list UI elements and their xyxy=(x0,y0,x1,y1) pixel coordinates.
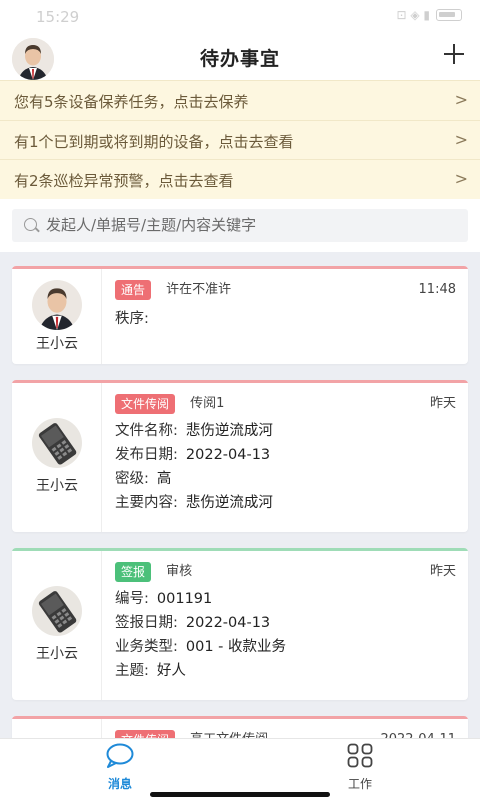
card-content: 文件传阅 传阅1 昨天 文件名称: 悲伤逆流成河 发布日期: 2022-04-13 … xyxy=(115,380,468,522)
notice-text: 有1个已到期或将到期的设备，点击去查看 xyxy=(14,132,294,151)
sender-name: 王小云 xyxy=(36,478,78,494)
todo-list[interactable]: 王小云 通告 许在不准许 11:48 秩序: 王小云 文件传阅 传阅1 昨天 文… xyxy=(0,254,480,738)
notice-expiring-devices[interactable]: 有1个已到期或将到期的设备，点击去查看 > xyxy=(0,119,480,159)
add-plus-icon[interactable] xyxy=(442,42,466,66)
card-time: 昨天 xyxy=(429,564,456,579)
app-header: 待办事宜 xyxy=(0,34,480,80)
card-field: 密级: 高 xyxy=(115,470,456,488)
field-value: 悲伤逆流成河 xyxy=(185,423,273,439)
type-tag: 签报 xyxy=(115,562,152,582)
field-key: 发布日期: xyxy=(115,447,178,463)
field-key: 密级: xyxy=(115,471,149,487)
chevron-right-icon: > xyxy=(454,129,468,149)
tab-work[interactable]: 工作 xyxy=(300,743,420,792)
field-key: 签报日期: xyxy=(115,615,178,631)
todo-card[interactable]: 文件传阅 高工文件传阅 2022-04-11 xyxy=(12,716,468,738)
type-tag: 通告 xyxy=(115,280,152,300)
battery-icon xyxy=(436,9,462,21)
card-subject: 许在不准许 xyxy=(166,282,232,297)
card-field: 文件名称: 悲伤逆流成河 xyxy=(115,422,456,440)
man-avatar-icon xyxy=(32,280,82,330)
status-icons: ⊡ ◈ ▮ xyxy=(396,8,462,22)
status-icons-text: ⊡ ◈ ▮ xyxy=(396,8,430,22)
card-subject: 审核 xyxy=(166,564,193,579)
tab-label: 工作 xyxy=(347,777,372,791)
card-field: 发布日期: 2022-04-13 xyxy=(115,446,456,464)
card-sender: 王小云 xyxy=(12,269,102,364)
field-value: 001 - 收款业务 xyxy=(185,639,287,655)
search-icon xyxy=(24,217,37,231)
card-time: 昨天 xyxy=(429,396,456,411)
card-sender: 王小云 xyxy=(12,551,102,700)
field-key: 秩序: xyxy=(115,311,149,327)
card-field: 秩序: xyxy=(115,310,456,328)
card-time: 2022-04-11 xyxy=(380,730,456,738)
field-key: 文件名称: xyxy=(115,423,178,439)
card-field: 主题: 好人 xyxy=(115,662,456,680)
card-subject: 传阅1 xyxy=(190,396,225,411)
field-key: 编号: xyxy=(115,591,149,607)
card-subject: 高工文件传阅 xyxy=(190,730,268,738)
tab-messages[interactable]: 消息 xyxy=(60,743,180,792)
todo-card[interactable]: 王小云 通告 许在不准许 11:48 秩序: xyxy=(12,266,468,364)
home-indicator xyxy=(150,792,330,797)
field-key: 业务类型: xyxy=(115,639,178,655)
notice-text: 有2条巡检异常预警，点击去查看 xyxy=(14,172,234,190)
card-field: 签报日期: 2022-04-13 xyxy=(115,614,456,632)
chat-bubble-icon xyxy=(106,743,134,768)
card-sender xyxy=(12,719,102,738)
field-value: 悲伤逆流成河 xyxy=(185,495,273,511)
field-key: 主题: xyxy=(115,663,149,679)
grid-apps-icon xyxy=(347,743,373,768)
notice-text: 您有5条设备保养任务，点击去保养 xyxy=(14,93,249,111)
card-header-row: 文件传阅 传阅1 昨天 xyxy=(115,394,456,416)
field-value: 001191 xyxy=(156,591,213,607)
phone-photo-avatar-icon xyxy=(32,586,82,636)
field-value: 高 xyxy=(156,471,172,487)
card-content: 文件传阅 高工文件传阅 2022-04-11 xyxy=(115,716,468,738)
card-content: 通告 许在不准许 11:48 秩序: xyxy=(115,266,468,338)
bottom-tab-bar: 消息 工作 xyxy=(0,738,480,800)
sender-name: 王小云 xyxy=(36,646,78,662)
search-bar xyxy=(0,198,480,252)
type-tag: 文件传阅 xyxy=(115,730,176,738)
chevron-right-icon: > xyxy=(454,169,468,188)
chevron-right-icon: > xyxy=(454,90,468,109)
field-value: 好人 xyxy=(156,663,186,679)
card-time: 11:48 xyxy=(418,282,456,297)
card-sender: 王小云 xyxy=(12,383,102,532)
notice-maintenance[interactable]: 您有5条设备保养任务，点击去保养 > xyxy=(0,80,480,120)
status-bar: 15:29 ⊡ ◈ ▮ xyxy=(0,0,480,34)
page-title: 待办事宜 xyxy=(199,48,280,70)
sender-name: 王小云 xyxy=(36,336,78,352)
todo-card[interactable]: 王小云 文件传阅 传阅1 昨天 文件名称: 悲伤逆流成河 发布日期: 2022-04… xyxy=(12,380,468,532)
card-header-row: 通告 许在不准许 11:48 xyxy=(115,280,456,302)
sender-avatar xyxy=(32,586,82,636)
type-tag: 文件传阅 xyxy=(115,394,176,414)
search-box[interactable] xyxy=(12,208,468,242)
sender-avatar xyxy=(32,418,82,468)
card-field: 主要内容: 悲伤逆流成河 xyxy=(115,494,456,512)
card-field: 编号: 001191 xyxy=(115,590,456,608)
notice-inspection-alert[interactable]: 有2条巡检异常预警，点击去查看 > xyxy=(0,159,480,199)
field-key: 主要内容: xyxy=(115,495,178,511)
card-field: 业务类型: 001 - 收款业务 xyxy=(115,638,456,656)
sender-avatar xyxy=(32,280,82,330)
phone-photo-avatar-icon xyxy=(32,418,82,468)
card-header-row: 文件传阅 高工文件传阅 2022-04-11 xyxy=(115,730,456,738)
card-header-row: 签报 审核 昨天 xyxy=(115,562,456,584)
search-input[interactable] xyxy=(46,208,446,242)
card-content: 签报 审核 昨天 编号: 001191 签报日期: 2022-04-13 业务类型:… xyxy=(115,548,468,690)
tab-label: 消息 xyxy=(107,777,132,791)
todo-card[interactable]: 王小云 签报 审核 昨天 编号: 001191 签报日期: 2022-04-13 业… xyxy=(12,548,468,700)
field-value: 2022-04-13 xyxy=(185,447,271,463)
status-time: 15:29 xyxy=(36,8,80,26)
field-value: 2022-04-13 xyxy=(185,615,271,631)
